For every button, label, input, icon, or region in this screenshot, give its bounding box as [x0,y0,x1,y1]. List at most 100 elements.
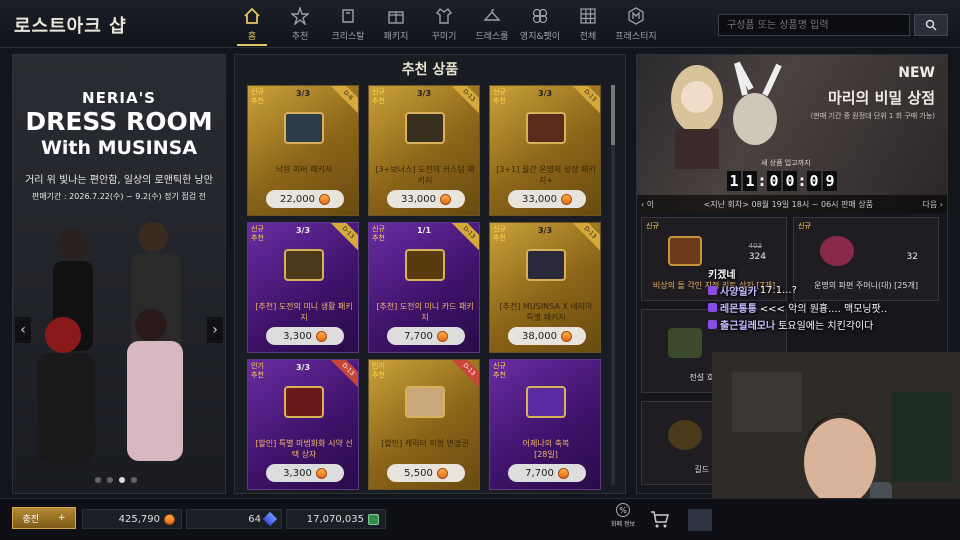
next-round-button[interactable]: 다음 › [923,199,943,210]
chat-text: 토요일에는 치킨각이다 [778,321,874,332]
chest-icon [526,386,566,418]
price-button[interactable]: 33,000 [508,190,586,208]
scroll-thumb[interactable] [611,85,615,145]
chat-text: 17.1...? [759,285,797,296]
product-tag: 신규 [798,222,811,230]
chest-icon [405,386,445,418]
feature-subtitle: (판매 기간 중 원정대 단위 1 회 구매 가능) [810,112,935,120]
banner-pagination [95,477,137,483]
cart-icon[interactable] [650,509,670,529]
product-name: 어제나의 축복 [28일] [522,439,570,459]
product-tag: 인기 추천 [372,362,385,379]
search-button[interactable] [914,14,948,36]
price-button[interactable]: 3,300 [266,464,344,482]
nav-dressroom[interactable]: 드레스룸 [468,2,516,46]
pouch-icon [820,236,854,266]
nav-prestige[interactable]: 프레스티지 [612,2,660,46]
chat-message: 출근길레모나 토요일에는 치킨각이다 [708,316,948,333]
silver-balance: 17,070,035 [286,509,386,529]
home-icon [242,6,262,26]
nav-all[interactable]: 전체 [564,2,612,46]
nav-label: 꾸미기 [431,32,457,42]
nav-estate[interactable]: 영지&펫이 [516,2,564,46]
banner-dot[interactable] [95,477,101,483]
search-input[interactable] [718,14,910,36]
price-amount: 38,000 [522,330,557,342]
currency-info-button[interactable]: % 화폐 정보 [610,503,636,528]
nav-label: 패키지 [383,32,409,42]
product-name: 낙원 피버 패키지 [275,165,333,174]
nav-recommend[interactable]: 추천 [276,2,324,46]
crystal-icon [262,511,278,527]
product-card[interactable]: 인기 추천 3/3 D-13 [할인] 특별 마법화화 시약 선택 상자 3,300 [247,359,359,490]
chest-icon [284,112,324,144]
outfit-icon [434,6,454,26]
nav-outfit[interactable]: 꾸미기 [420,2,468,46]
banner-dot[interactable] [119,477,125,483]
chest-icon [284,249,324,281]
history-text: <지난 회차> 08월 19일 18시 ~ 06시 판매 상품 [703,199,874,209]
price-button[interactable]: 7,700 [387,327,465,345]
timer-digit: 1 [727,171,741,191]
banner-title: DRESS ROOM [25,107,213,136]
banner-characters-image [37,222,183,463]
nav-crystal[interactable]: 크리스탈 [324,2,372,46]
product-card[interactable]: 신규 추천 3/3 D-13 [3+1] 월간 운명의 성장 패키지+ 33,000 [489,85,601,216]
product-card[interactable]: 신규 추천 3/3 D-13 [추천] 도전의 미니 생활 패키지 3,300 [247,222,359,353]
banner-dot[interactable] [107,477,113,483]
feature-banner[interactable]: NEW 마리의 비밀 상점 (판매 기간 중 원정대 단위 1 회 구매 가능)… [637,55,947,213]
product-card[interactable]: 신규 추천 3/3 D-13 [3+보너스] 도전의 커스텀 패키지 33,000 [368,85,480,216]
prev-round-button[interactable]: ‹ 이 [641,199,654,210]
nav-package[interactable]: 패키지 [372,2,420,46]
days-left-ribbon: D-13 [450,360,479,388]
product-card[interactable]: 신규 추천 어제나의 축복 [28일] 7,700 [489,359,601,490]
price-button[interactable]: 7,700 [508,464,586,482]
price-button[interactable]: 3,300 [266,327,344,345]
gold-coin-icon [319,193,330,205]
original-price: 403 [748,242,762,250]
product-card[interactable]: 신규 추천 1/1 D-13 [추천] 도전의 미니 카드 패키지 7,700 [368,222,480,353]
banner-prev-button[interactable]: ‹ [15,317,31,343]
gold-coin-icon [436,330,448,342]
price-button[interactable]: 38,000 [508,327,586,345]
hanger-icon [482,6,502,26]
chat-message: 키겠네 [708,265,948,282]
price-button[interactable]: 33,000 [387,190,465,208]
subscriber-badge-icon [708,286,717,295]
nav-label: 프레스티지 [615,32,657,42]
chat-user: 레몬통통 [720,304,757,315]
timer-digit: 0 [783,171,797,191]
plus-icon: + [57,513,66,523]
price-amount: 22,000 [280,193,315,205]
product-name: [할인] 특별 마법화화 시약 선택 상자 [255,439,353,459]
nav-label: 크리스탈 [331,32,365,42]
price-button[interactable]: 5,500 [387,464,465,482]
gold-coin-icon [436,467,448,479]
gold-balance: 425,790 [82,509,182,529]
star-icon [290,6,310,26]
purchase-button[interactable] [688,509,712,531]
product-card[interactable]: 신규 추천 3/3 D-6 낙원 피버 패키지 22,000 [247,85,359,216]
product-card[interactable]: 인기 추천 D-13 [할인] 캐릭터 외형 변경권 5,500 [368,359,480,490]
banner-dot[interactable] [131,477,137,483]
promo-banner[interactable]: NERIA'S DRESS ROOM With MUSINSA 거리 위 빛나는… [12,54,226,494]
nav-label: 전체 [579,32,597,42]
currency-bar: 충전 + 425,790 64 17,070,035 % 화폐 정보 [0,498,960,540]
price-button[interactable]: 22,000 [266,190,344,208]
charge-button[interactable]: 충전 + [12,507,76,529]
shop-logo[interactable]: 로스트아크 샵 [14,12,127,38]
silver-icon [368,513,379,525]
product-card[interactable]: 신규 추천 3/3 D-13 [추천] MUSINSA X 네리아 특별 패키지 38,… [489,222,601,353]
banner-next-button[interactable]: › [207,317,223,343]
product-name: [추천] 도전의 미니 생활 패키지 [255,302,353,322]
price-amount: 33,000 [522,193,557,205]
nav-home[interactable]: 홈 [228,2,276,46]
price-amount: 7,700 [525,467,554,479]
nav-label: 추천 [291,32,309,42]
gold-coin-icon [561,330,572,342]
timer-digit: 1 [743,171,757,191]
chat-user: 사양일카 [720,287,757,298]
price-amount: 3,300 [283,467,312,479]
package-icon [386,6,406,26]
grid-scrollbar[interactable] [611,85,615,485]
